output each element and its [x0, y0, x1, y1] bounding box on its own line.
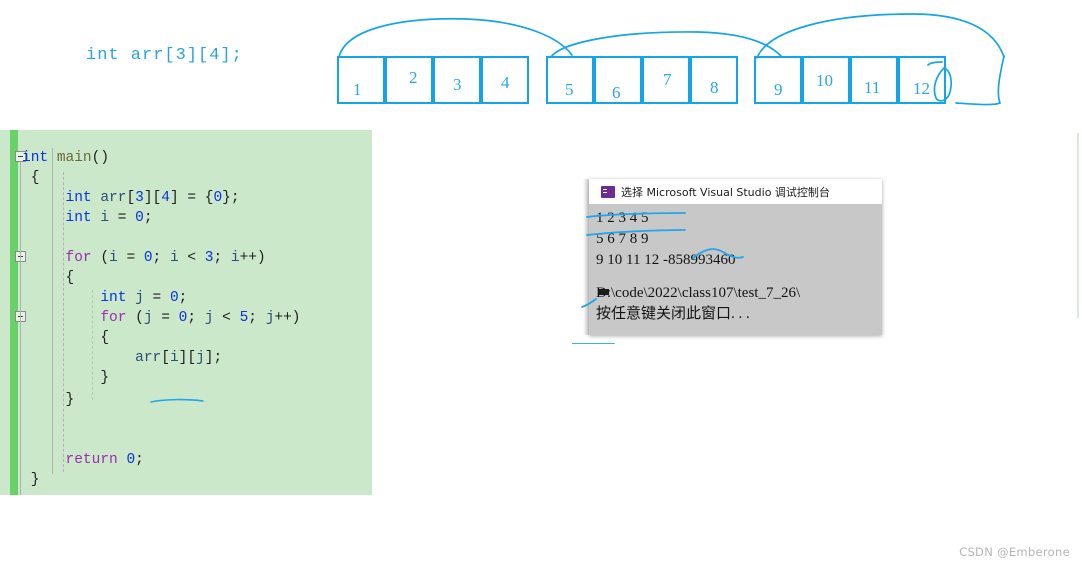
underline-garbage-value [692, 248, 744, 259]
arc-row-0 [338, 17, 573, 58]
console-annotations [572, 298, 615, 344]
scribble-tail [955, 55, 1005, 106]
underline-line-1 [586, 212, 686, 218]
array-diagram: int arr[3][4]; 1 2 3 4 5 6 7 8 9 10 11 1… [0, 0, 1082, 120]
underline-line-2 [586, 229, 686, 236]
fold-stem [20, 162, 21, 495]
arc-row-1 [550, 31, 783, 58]
console-title-text: 选择 Microsoft Visual Studio 调试控制台 [621, 185, 830, 199]
console-app-icon [601, 185, 615, 198]
annotation-pointer [581, 298, 597, 308]
console-line-blank [596, 271, 882, 283]
scribble-zero [933, 67, 953, 102]
annotation-underline-loop [150, 398, 204, 403]
hand-drawn-arcs [338, 13, 1005, 106]
watermark: CSDN @Emberone [959, 545, 1070, 559]
arc-row-2 [756, 13, 1005, 59]
scribble-top [927, 61, 943, 66]
console-underline-annotations [586, 212, 744, 259]
page-divider [1077, 133, 1079, 318]
code-editor-panel[interactable]: int main() { int arr[3][4] = {0}; int i … [0, 130, 372, 495]
